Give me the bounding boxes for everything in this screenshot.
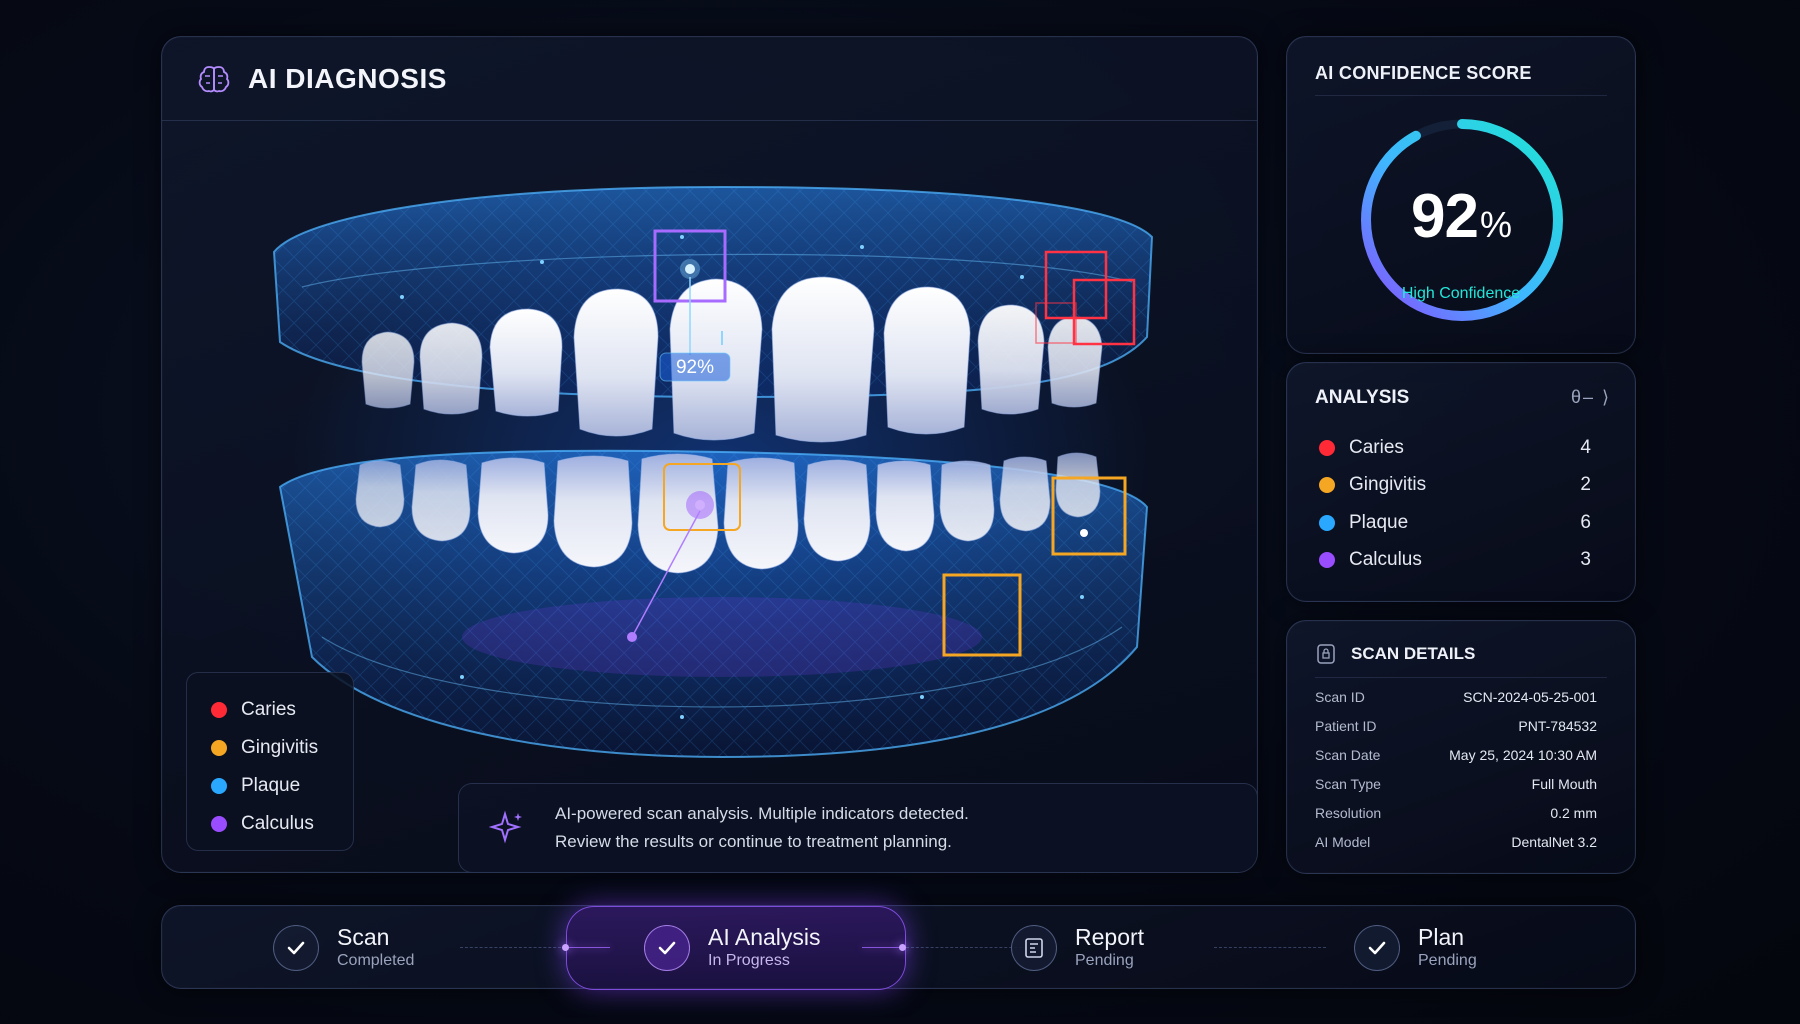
analysis-label: Plaque bbox=[1349, 512, 1409, 533]
scan-details-header: SCAN DETAILS bbox=[1315, 643, 1475, 665]
connector-node bbox=[899, 944, 906, 951]
legend: Caries Gingivitis Plaque Calculus bbox=[186, 672, 354, 851]
divider bbox=[1315, 95, 1607, 96]
scan-details-card: SCAN DETAILS Scan ID SCN-2024-05-25-001 … bbox=[1286, 620, 1636, 874]
legend-label: Caries bbox=[241, 699, 296, 720]
gingivitis-dot bbox=[1319, 477, 1335, 493]
divider bbox=[1315, 677, 1607, 678]
analysis-row-gingivitis[interactable]: Gingivitis 2 bbox=[1319, 471, 1591, 499]
step-label: Scan bbox=[337, 924, 390, 950]
analysis-row-calculus[interactable]: Calculus 3 bbox=[1319, 546, 1591, 574]
detail-key: Resolution bbox=[1315, 805, 1382, 821]
confidence-unit: % bbox=[1479, 204, 1512, 245]
step-ai-analysis[interactable]: AI Analysis In Progress bbox=[644, 906, 821, 990]
legend-label: Calculus bbox=[241, 813, 314, 834]
detail-row-patient-id: Patient ID PNT-784532 bbox=[1315, 715, 1597, 737]
plaque-dot bbox=[1319, 515, 1335, 531]
gingivitis-dot bbox=[211, 740, 227, 756]
step-report[interactable]: Report Pending bbox=[1011, 906, 1144, 990]
confidence-value: 92% bbox=[1287, 181, 1635, 252]
analysis-count: 2 bbox=[1580, 474, 1591, 495]
notice-line-1: AI-powered scan analysis. Multiple indic… bbox=[555, 804, 969, 823]
step-status: In Progress bbox=[708, 952, 790, 969]
confidence-card: AI CONFIDENCE SCORE 92% High Confidence bbox=[1286, 36, 1636, 354]
step-connector bbox=[566, 947, 610, 948]
detail-value: 0.2 mm bbox=[1550, 805, 1597, 821]
step-connector bbox=[1214, 947, 1326, 948]
report-icon bbox=[1011, 925, 1057, 971]
notice-line-2: Review the results or continue to treatm… bbox=[555, 832, 952, 851]
expand-icon[interactable]: θ– ⟩ bbox=[1571, 387, 1611, 408]
step-status: Pending bbox=[1075, 952, 1134, 969]
plaque-dot bbox=[211, 778, 227, 794]
detail-key: Scan Date bbox=[1315, 747, 1381, 763]
document-lock-icon bbox=[1317, 644, 1335, 664]
detail-value: Full Mouth bbox=[1531, 776, 1597, 792]
workflow-steps: Scan Completed AI Analysis In Progress R… bbox=[161, 905, 1636, 990]
detail-key: AI Model bbox=[1315, 834, 1371, 850]
scan-details-title: SCAN DETAILS bbox=[1351, 644, 1476, 663]
step-label: Report bbox=[1075, 924, 1145, 950]
confidence-number: 92 bbox=[1411, 182, 1479, 251]
confidence-title: AI CONFIDENCE SCORE bbox=[1315, 63, 1532, 83]
caries-dot bbox=[211, 702, 227, 718]
step-status: Pending bbox=[1418, 952, 1477, 969]
analysis-row-plaque[interactable]: Plaque 6 bbox=[1319, 509, 1591, 537]
step-connector bbox=[460, 947, 566, 948]
detail-row-resolution: Resolution 0.2 mm bbox=[1315, 802, 1597, 824]
detection-confidence-label: 92% bbox=[676, 357, 714, 378]
detail-key: Scan ID bbox=[1315, 689, 1365, 705]
ai-notice: AI-powered scan analysis. Multiple indic… bbox=[458, 783, 1257, 872]
page-title: AI DIAGNOSIS bbox=[248, 62, 447, 94]
step-connector bbox=[906, 947, 1022, 948]
sparkle-icon bbox=[489, 810, 522, 844]
confidence-label: High Confidence bbox=[1401, 285, 1521, 302]
check-icon bbox=[644, 925, 690, 971]
caries-dot bbox=[1319, 440, 1335, 456]
analysis-label: Caries bbox=[1349, 437, 1404, 458]
legend-item-gingivitis: Gingivitis bbox=[211, 729, 353, 767]
detail-value: SCN-2024-05-25-001 bbox=[1463, 689, 1597, 705]
detail-value: DentalNet 3.2 bbox=[1511, 834, 1597, 850]
detail-key: Patient ID bbox=[1315, 718, 1377, 734]
step-status: Completed bbox=[337, 952, 415, 969]
check-icon bbox=[273, 925, 319, 971]
detail-row-scan-type: Scan Type Full Mouth bbox=[1315, 773, 1597, 795]
calculus-dot bbox=[1319, 552, 1335, 568]
analysis-count: 3 bbox=[1580, 549, 1591, 570]
detail-value: May 25, 2024 10:30 AM bbox=[1449, 747, 1597, 763]
analysis-title: ANALYSIS bbox=[1315, 387, 1410, 408]
step-label: AI Analysis bbox=[708, 924, 821, 950]
brain-icon bbox=[198, 65, 230, 92]
diagnosis-header: AI DIAGNOSIS bbox=[162, 37, 1257, 121]
check-icon bbox=[1354, 925, 1400, 971]
connector-node bbox=[562, 944, 569, 951]
detail-key: Scan Type bbox=[1315, 776, 1381, 792]
diagnosis-panel: 92% AI DIAGNOSIS Caries Gingivitis Plaqu… bbox=[161, 36, 1258, 873]
step-scan[interactable]: Scan Completed bbox=[273, 906, 414, 990]
legend-item-calculus: Calculus bbox=[211, 805, 353, 843]
legend-label: Gingivitis bbox=[241, 737, 319, 758]
legend-item-caries: Caries bbox=[211, 691, 353, 729]
detail-row-scan-id: Scan ID SCN-2024-05-25-001 bbox=[1315, 686, 1597, 708]
legend-item-plaque: Plaque bbox=[211, 767, 353, 805]
step-plan[interactable]: Plan Pending bbox=[1354, 906, 1477, 990]
analysis-row-caries[interactable]: Caries 4 bbox=[1319, 434, 1591, 462]
analysis-label: Gingivitis bbox=[1349, 474, 1427, 495]
legend-label: Plaque bbox=[241, 775, 301, 796]
detail-row-ai-model: AI Model DentalNet 3.2 bbox=[1315, 831, 1597, 853]
calculus-dot bbox=[211, 816, 227, 832]
detail-row-scan-date: Scan Date May 25, 2024 10:30 AM bbox=[1315, 744, 1597, 766]
analysis-count: 4 bbox=[1580, 437, 1591, 458]
detail-value: PNT-784532 bbox=[1518, 718, 1597, 734]
analysis-label: Calculus bbox=[1349, 549, 1422, 570]
analysis-count: 6 bbox=[1580, 512, 1591, 533]
step-label: Plan bbox=[1418, 924, 1465, 950]
analysis-card: ANALYSIS θ– ⟩ Caries 4 Gingivitis 2 Plaq… bbox=[1286, 362, 1636, 602]
